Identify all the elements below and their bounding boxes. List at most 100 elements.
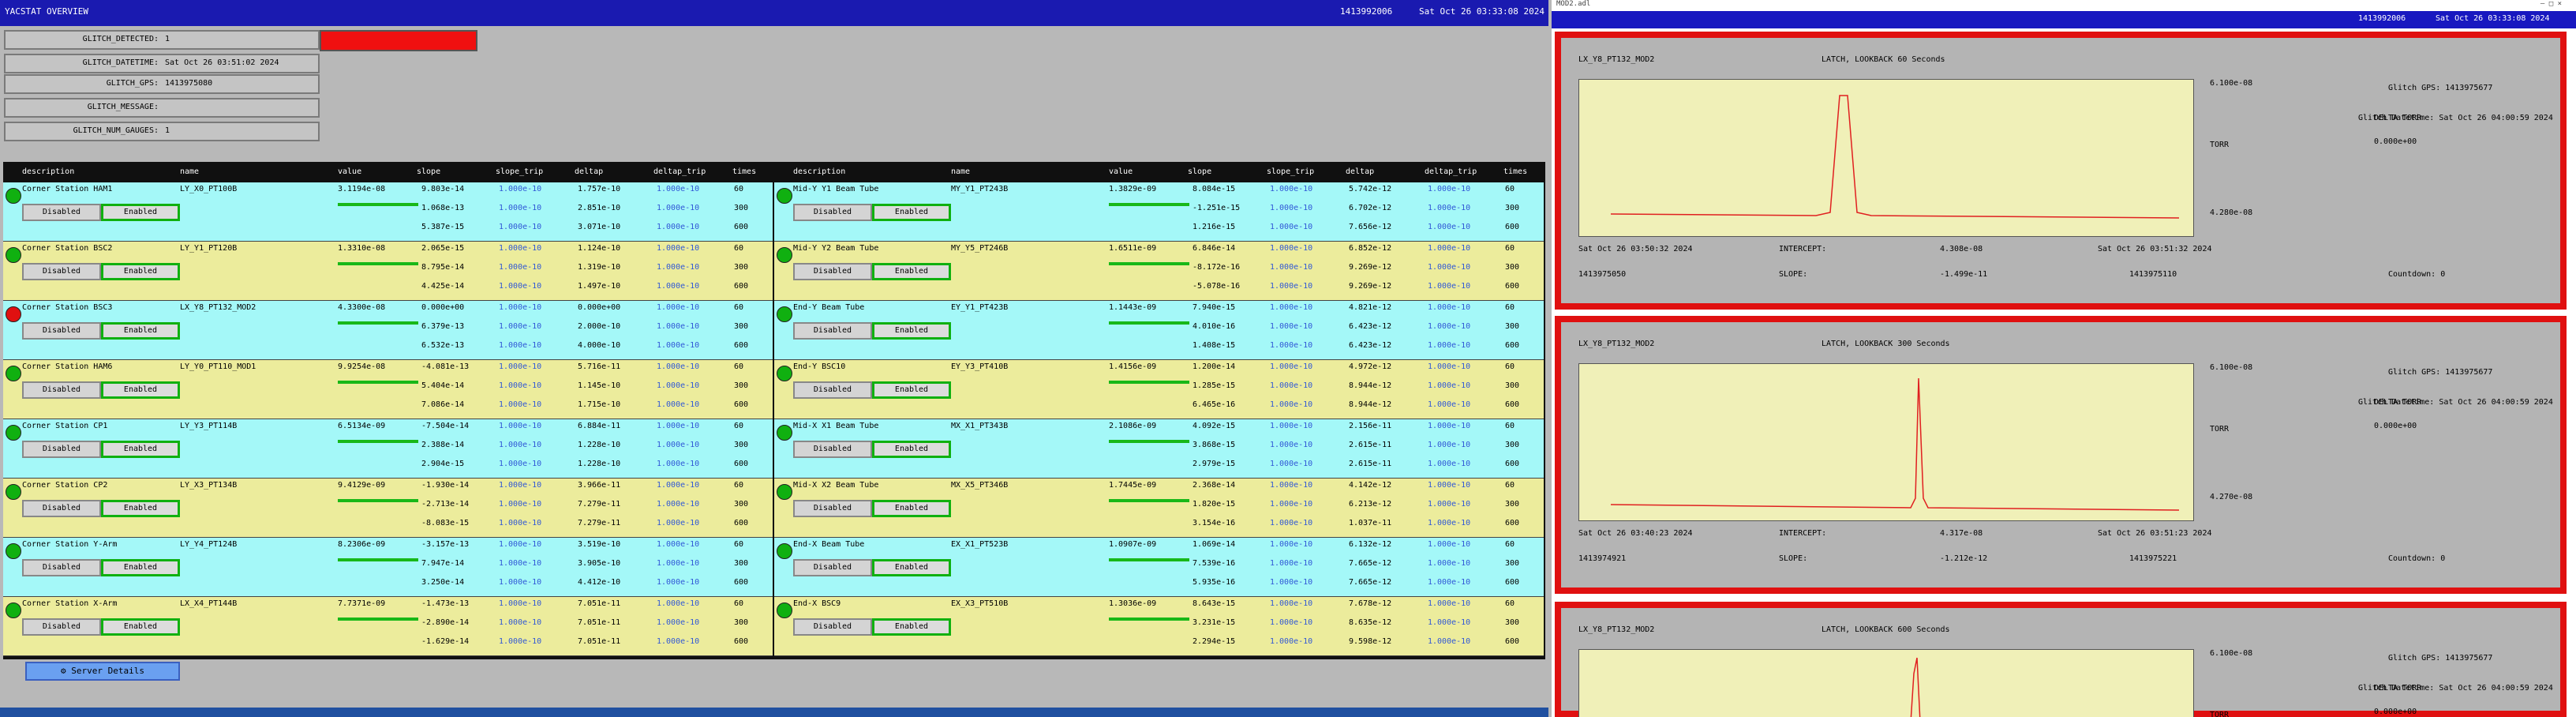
slope-value: -5.078e-16 xyxy=(1193,282,1241,291)
enabled-button[interactable]: Enabled xyxy=(872,263,951,280)
enabled-button[interactable]: Enabled xyxy=(872,204,951,221)
enabled-button[interactable]: Enabled xyxy=(872,441,951,458)
deltap-value: 8.944e-12 xyxy=(1349,400,1392,409)
gauge-value: 1.7445e-09 xyxy=(1109,481,1157,490)
value-bar xyxy=(338,321,418,325)
disabled-button[interactable]: Disabled xyxy=(22,322,101,340)
deltap-trip-value: 1.000e-10 xyxy=(1428,578,1471,587)
slope-value: -1.251e-15 xyxy=(1193,204,1241,212)
disabled-button[interactable]: Disabled xyxy=(22,618,101,636)
server-details-button[interactable]: ⚙ Server Details xyxy=(25,662,180,681)
disabled-button[interactable]: Disabled xyxy=(22,263,101,280)
deltap-value: 6.702e-12 xyxy=(1349,204,1392,212)
deltap-trip-value: 1.000e-10 xyxy=(657,322,700,331)
status-indicator-icon xyxy=(6,543,21,559)
disabled-button[interactable]: Disabled xyxy=(793,204,872,221)
slope-trip-value: 1.000e-10 xyxy=(1270,322,1313,331)
enabled-button[interactable]: Enabled xyxy=(101,381,180,399)
slope-trip-value: 1.000e-10 xyxy=(1270,263,1313,272)
slope-value: 5.935e-16 xyxy=(1193,578,1236,587)
value-bar xyxy=(1109,618,1189,621)
deltap-value: 6.852e-12 xyxy=(1349,244,1392,253)
disabled-button[interactable]: Disabled xyxy=(793,441,872,458)
deltap-value: 7.665e-12 xyxy=(1349,559,1392,568)
status-indicator-icon xyxy=(6,306,21,322)
panel-gauge-name: LX_Y8_PT132_MOD2 xyxy=(1578,340,1655,348)
mod2-window-controls[interactable]: – □ × xyxy=(2540,0,2562,8)
deltap-value: 4.142e-12 xyxy=(1349,481,1392,490)
value-bar xyxy=(1109,203,1189,206)
panel-gps-start: 1413975050 xyxy=(1578,270,1627,279)
title-gps: 1413992006 xyxy=(1340,6,1393,17)
disabled-button[interactable]: Disabled xyxy=(22,500,101,517)
table-row: Corner Station CP1 LY_Y3_PT114B 6.5134e-09… xyxy=(3,419,773,479)
value-bar xyxy=(1109,262,1189,265)
deltap-trip-value: 1.000e-10 xyxy=(1428,381,1471,390)
enabled-button[interactable]: Enabled xyxy=(872,500,951,517)
slope-value: 4.092e-15 xyxy=(1193,422,1236,430)
status-indicator-icon xyxy=(777,366,792,381)
disabled-button[interactable]: Disabled xyxy=(22,381,101,399)
panel-ymin: 4.280e-08 xyxy=(2210,208,2253,217)
latch-trace xyxy=(1610,377,2180,511)
slope-value: -7.504e-14 xyxy=(421,422,470,430)
enabled-button[interactable]: Enabled xyxy=(101,322,180,340)
times-value: 300 xyxy=(734,500,749,509)
times-value: 600 xyxy=(1505,223,1520,231)
value-bar xyxy=(338,558,418,561)
deltap-value: 7.665e-12 xyxy=(1349,578,1392,587)
disabled-button[interactable]: Disabled xyxy=(22,559,101,576)
deltap-trip-value: 1.000e-10 xyxy=(1428,422,1471,430)
deltap-value: 8.635e-12 xyxy=(1349,618,1392,627)
panel-torr-label: TORR xyxy=(2210,141,2230,149)
disabled-button[interactable]: Disabled xyxy=(793,322,872,340)
deltap-trip-value: 1.000e-10 xyxy=(657,578,700,587)
disabled-button[interactable]: Disabled xyxy=(22,441,101,458)
disabled-button[interactable]: Disabled xyxy=(22,204,101,221)
slope-value: 6.846e-14 xyxy=(1193,244,1236,253)
value-bar xyxy=(1109,321,1189,325)
mod2-title-text: MOD2.adl xyxy=(1556,0,1591,8)
status-indicator-icon xyxy=(777,188,792,204)
panel-slope-label: SLOPE: xyxy=(1779,270,1808,279)
panel-end-time: Sat Oct 26 03:51:23 2024 xyxy=(2098,529,2212,538)
disabled-button[interactable]: Disabled xyxy=(793,500,872,517)
deltap-value: 7.051e-11 xyxy=(578,618,621,627)
value-bar xyxy=(338,499,418,502)
enabled-button[interactable]: Enabled xyxy=(101,263,180,280)
enabled-button[interactable]: Enabled xyxy=(872,618,951,636)
deltap-trip-value: 1.000e-10 xyxy=(657,618,700,627)
latch-plot xyxy=(1578,79,2194,237)
glitch-field-label: GLITCH_GPS: xyxy=(106,79,159,88)
enabled-button[interactable]: Enabled xyxy=(101,500,180,517)
disabled-button[interactable]: Disabled xyxy=(793,381,872,399)
deltap-trip-value: 1.000e-10 xyxy=(657,599,700,608)
slope-value: 7.539e-16 xyxy=(1193,559,1236,568)
column-header-deltap_trip: deltap_trip xyxy=(1425,167,1477,176)
panel-torr-label: TORR xyxy=(2210,711,2230,717)
enabled-button[interactable]: Enabled xyxy=(872,381,951,399)
deltap-trip-value: 1.000e-10 xyxy=(657,481,700,490)
enabled-button[interactable]: Enabled xyxy=(101,618,180,636)
slope-value: 7.947e-14 xyxy=(421,559,465,568)
deltap-value: 6.423e-12 xyxy=(1349,322,1392,331)
deltap-value: 5.742e-12 xyxy=(1349,185,1392,193)
deltap-trip-value: 1.000e-10 xyxy=(1428,481,1471,490)
enabled-button[interactable]: Enabled xyxy=(872,559,951,576)
slope-value: 2.904e-15 xyxy=(421,460,465,468)
enabled-button[interactable]: Enabled xyxy=(101,441,180,458)
disabled-button[interactable]: Disabled xyxy=(793,618,872,636)
panel-title: LATCH, LOOKBACK 300 Seconds xyxy=(1822,340,1950,348)
disabled-button[interactable]: Disabled xyxy=(793,559,872,576)
enabled-button[interactable]: Enabled xyxy=(872,322,951,340)
latch-plot xyxy=(1578,363,2194,521)
disabled-button[interactable]: Disabled xyxy=(793,263,872,280)
panel-glitch-gps: Glitch GPS: 1413975677 xyxy=(2388,654,2493,663)
gauge-value: 1.4156e-09 xyxy=(1109,362,1157,371)
enabled-button[interactable]: Enabled xyxy=(101,559,180,576)
value-bar xyxy=(338,262,418,265)
glitch-field-1: GLITCH_DATETIME: Sat Oct 26 03:51:02 2024 xyxy=(4,54,320,73)
slope-trip-value: 1.000e-10 xyxy=(499,422,542,430)
enabled-button[interactable]: Enabled xyxy=(101,204,180,221)
latch-panel-0: LX_Y8_PT132_MOD2 LATCH, LOOKBACK 60 Secon… xyxy=(1555,32,2567,310)
